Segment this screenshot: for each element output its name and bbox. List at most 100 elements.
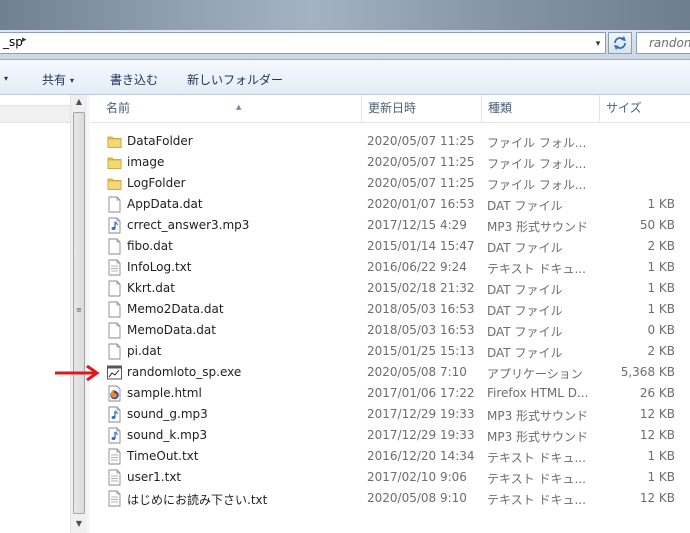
file-name: AppData.dat — [127, 197, 203, 211]
file-row[interactable]: sound_g.mp3 2017/12/29 19:33 MP3 形式サウンド 12 … — [90, 404, 690, 425]
file-size: 1 KB — [647, 470, 675, 484]
file-row[interactable]: はじめにお読み下さい.txt 2020/05/08 9:10 テキスト ドキュ...… — [90, 488, 690, 509]
file-date: 2020/05/07 11:25 — [367, 155, 475, 169]
file-date: 2016/12/20 14:34 — [367, 449, 475, 463]
file-row[interactable]: Memo2Data.dat 2018/05/03 16:53 DAT ファイル 1 K… — [90, 299, 690, 320]
file-date: 2020/05/08 9:10 — [367, 491, 467, 505]
file-size: 1 KB — [647, 260, 675, 274]
file-type: テキスト ドキュ... — [487, 493, 586, 507]
organize-button[interactable]: ▾ — [0, 71, 8, 85]
scroll-down-icon[interactable]: ▼ — [71, 519, 87, 531]
file-row[interactable]: MemoData.dat 2018/05/03 16:53 DAT ファイル 0 KB — [90, 320, 690, 341]
search-input[interactable]: randon — [636, 32, 690, 54]
file-date: 2017/02/10 9:06 — [367, 470, 467, 484]
scroll-up-icon[interactable]: ▲ — [71, 97, 87, 109]
column-headers: 名前 ▲ 更新日時 種類 サイズ — [90, 95, 690, 123]
file-size: 1 KB — [647, 197, 675, 211]
file-name: InfoLog.txt — [127, 260, 192, 274]
file-date: 2015/01/25 15:13 — [367, 344, 475, 358]
new-folder-button[interactable]: 新しいフォルダー — [187, 71, 283, 88]
file-row[interactable]: sample.html 2017/01/06 17:22 Firefox HTML … — [90, 383, 690, 404]
file-row[interactable]: image 2020/05/07 11:25 ファイル フォル... — [90, 152, 690, 173]
sort-ascending-icon: ▲ — [236, 103, 242, 111]
application-icon — [107, 364, 122, 381]
file-type: テキスト ドキュ... — [487, 472, 586, 486]
red-arrow-annotation — [55, 364, 100, 382]
file-type: ファイル フォル... — [487, 136, 587, 150]
file-type: DAT ファイル — [487, 325, 563, 339]
file-name: sound_g.mp3 — [127, 407, 208, 421]
column-type-label: 種類 — [488, 101, 513, 115]
file-date: 2020/05/08 7:10 — [367, 365, 467, 379]
text-file-icon — [107, 259, 122, 276]
audio-file-icon — [107, 406, 122, 423]
file-size: 50 KB — [639, 218, 675, 232]
file-row[interactable]: sound_k.mp3 2017/12/29 19:33 MP3 形式サウンド 12 … — [90, 425, 690, 446]
file-row[interactable]: LogFolder 2020/05/07 11:25 ファイル フォル... — [90, 173, 690, 194]
file-name: はじめにお読み下さい.txt — [127, 493, 268, 507]
file-type: ファイル フォル... — [487, 157, 587, 171]
audio-file-icon — [107, 217, 122, 234]
address-bar-row: _sp ▸ ▾ randon — [0, 30, 690, 60]
share-button[interactable]: 共有 ▾ — [42, 71, 74, 88]
file-row[interactable]: InfoLog.txt 2016/06/22 9:24 テキスト ドキュ... 1 K… — [90, 257, 690, 278]
file-row[interactable]: crrect_answer3.mp3 2017/12/15 4:29 MP3 形式サ… — [90, 215, 690, 236]
column-header-size[interactable]: サイズ — [600, 95, 690, 122]
burn-button[interactable]: 書き込む — [110, 71, 158, 88]
folder-icon — [107, 175, 122, 192]
file-type: テキスト ドキュ... — [487, 451, 586, 465]
file-row[interactable]: randomloto_sp.exe 2020/05/08 7:10 アプリケーション… — [90, 362, 690, 383]
file-row[interactable]: Kkrt.dat 2015/02/18 21:32 DAT ファイル 1 KB — [90, 278, 690, 299]
file-date: 2017/12/29 19:33 — [367, 407, 475, 421]
navigation-selected-item[interactable] — [0, 105, 70, 123]
file-date: 2017/12/15 4:29 — [367, 218, 467, 232]
refresh-button[interactable] — [608, 32, 632, 54]
file-name: MemoData.dat — [127, 323, 216, 337]
file-name: image — [127, 155, 165, 169]
share-caret-icon: ▾ — [70, 76, 75, 85]
file-icon — [107, 343, 122, 360]
column-header-type[interactable]: 種類 — [482, 95, 600, 122]
file-size: 12 KB — [639, 428, 675, 442]
scrollbar-grip-icon: ≡ — [76, 306, 82, 314]
file-type: アプリケーション — [487, 367, 583, 381]
address-dropdown-icon[interactable]: ▾ — [590, 35, 606, 53]
command-bar: ▾ 共有 ▾ 書き込む 新しいフォルダー — [0, 60, 690, 95]
file-name: user1.txt — [127, 470, 182, 484]
file-row[interactable]: fibo.dat 2015/01/14 15:47 DAT ファイル 2 KB — [90, 236, 690, 257]
file-size: 0 KB — [647, 323, 675, 337]
file-date: 2020/05/07 11:25 — [367, 176, 475, 190]
file-type: DAT ファイル — [487, 199, 563, 213]
file-size: 1 KB — [647, 281, 675, 295]
file-row[interactable]: DataFolder 2020/05/07 11:25 ファイル フォル... — [90, 131, 690, 152]
file-row[interactable]: pi.dat 2015/01/25 15:13 DAT ファイル 2 KB — [90, 341, 690, 362]
file-name: LogFolder — [127, 176, 186, 190]
column-size-label: サイズ — [606, 101, 642, 115]
file-date: 2016/06/22 9:24 — [367, 260, 467, 274]
refresh-icon — [614, 36, 626, 50]
file-size: 12 KB — [639, 491, 675, 505]
scrollbar-thumb[interactable]: ≡ — [73, 112, 85, 514]
file-date: 2015/02/18 21:32 — [367, 281, 475, 295]
file-type: DAT ファイル — [487, 241, 563, 255]
breadcrumb-segment[interactable]: _sp — [3, 35, 23, 49]
file-name: randomloto_sp.exe — [127, 365, 242, 379]
file-row[interactable]: user1.txt 2017/02/10 9:06 テキスト ドキュ... 1 KB — [90, 467, 690, 488]
column-header-name[interactable]: 名前 ▲ — [100, 95, 362, 122]
navigation-scrollbar[interactable]: ▲ ≡ ▼ — [70, 95, 87, 533]
file-row[interactable]: AppData.dat 2020/01/07 16:53 DAT ファイル 1 KB — [90, 194, 690, 215]
file-type: DAT ファイル — [487, 304, 563, 318]
column-header-date[interactable]: 更新日時 — [362, 95, 482, 122]
navigation-pane[interactable] — [0, 95, 70, 533]
file-type: MP3 形式サウンド — [487, 220, 589, 234]
file-row[interactable]: TimeOut.txt 2016/12/20 14:34 テキスト ドキュ... 1 … — [90, 446, 690, 467]
address-bar[interactable]: _sp ▸ ▾ — [0, 32, 606, 54]
breadcrumb-arrow-icon[interactable]: ▸ — [22, 35, 27, 45]
file-name: DataFolder — [127, 134, 193, 148]
file-type: DAT ファイル — [487, 283, 563, 297]
file-icon — [107, 196, 122, 213]
organize-caret-icon: ▾ — [4, 74, 9, 83]
file-type: DAT ファイル — [487, 346, 563, 360]
folder-icon — [107, 133, 122, 150]
file-icon — [107, 301, 122, 318]
